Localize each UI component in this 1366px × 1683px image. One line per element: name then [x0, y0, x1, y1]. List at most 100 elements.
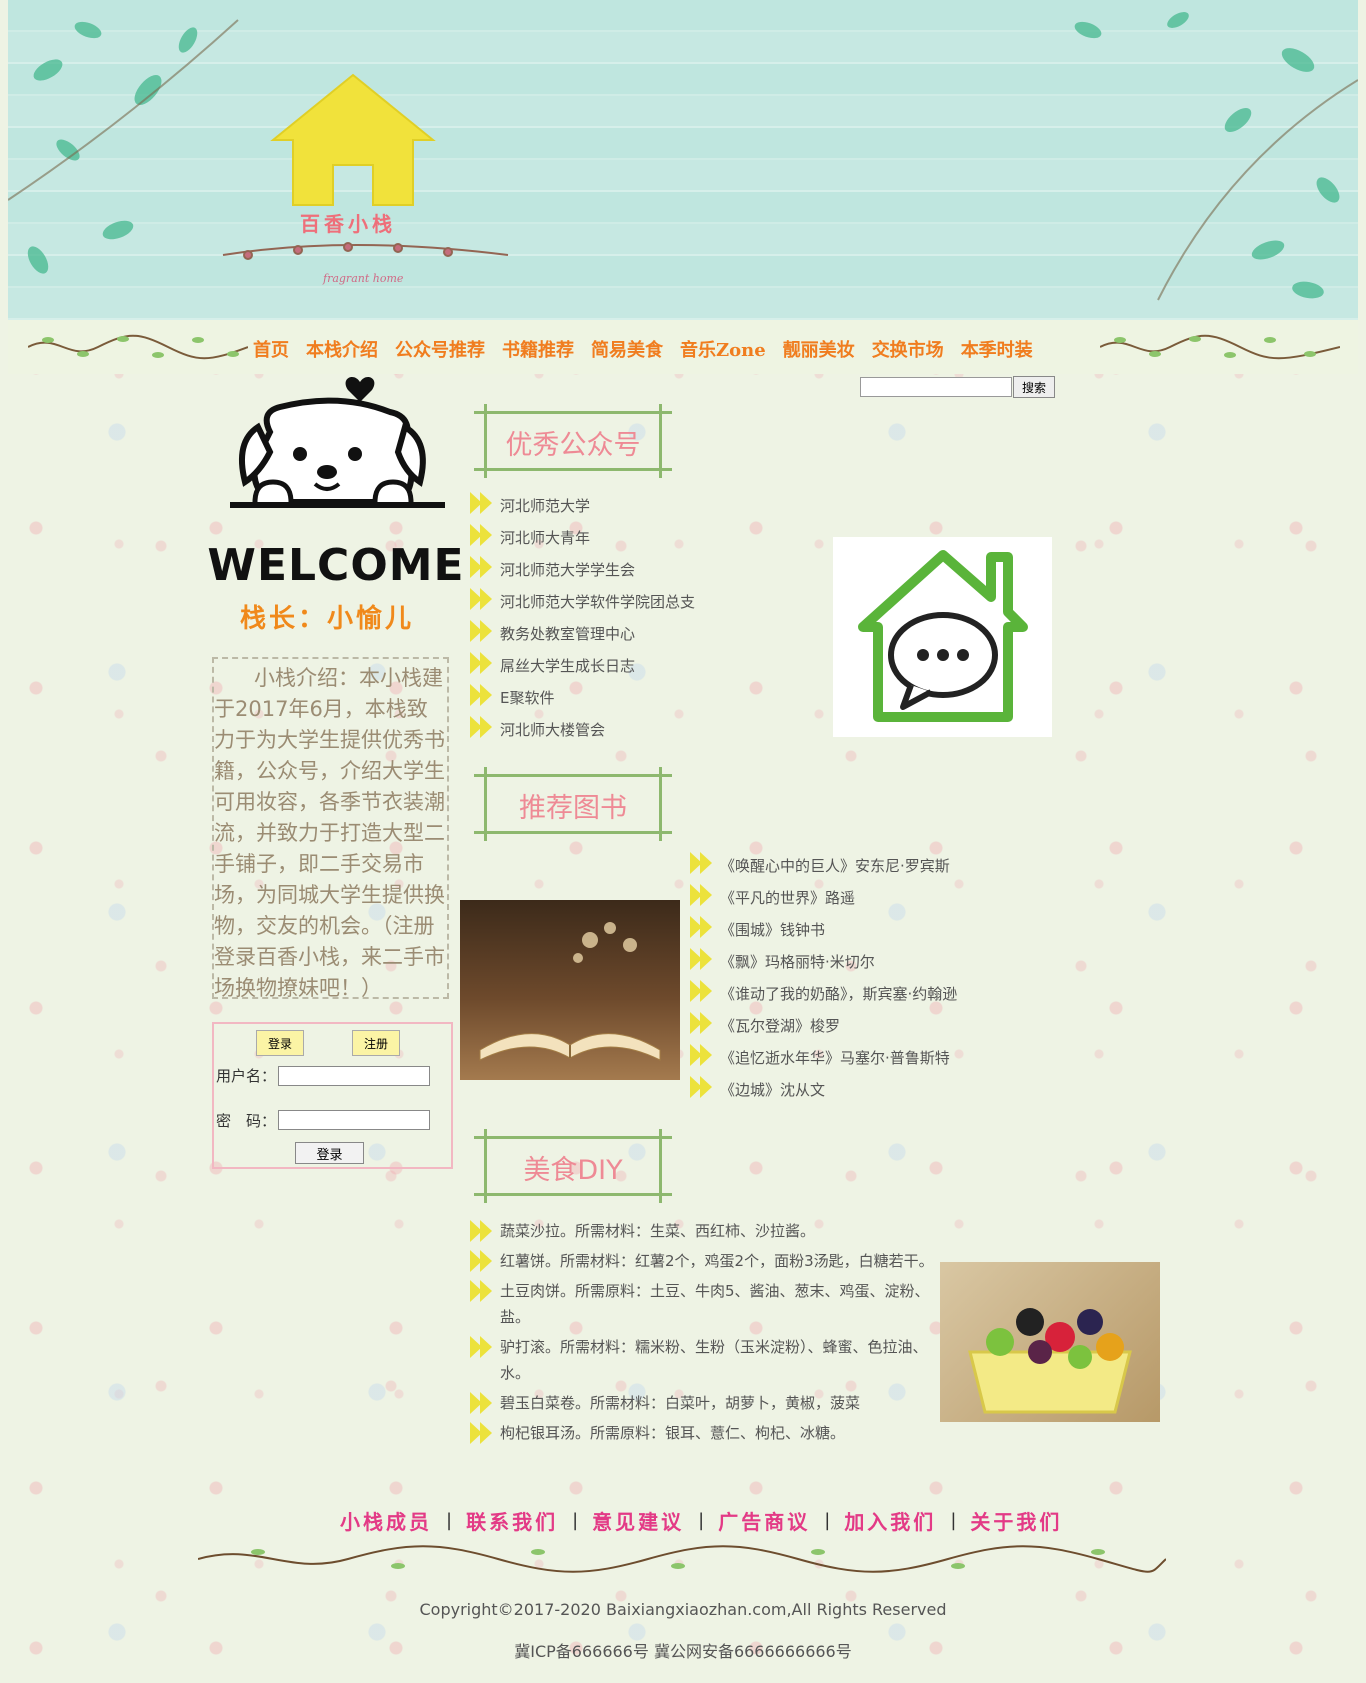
nav-item-4[interactable]: 简易美食: [591, 336, 663, 362]
username-input[interactable]: [278, 1066, 430, 1086]
register-tab-button[interactable]: 注册: [352, 1030, 400, 1056]
nav-item-1[interactable]: 本栈介绍: [306, 336, 378, 362]
book-item[interactable]: 《唤醒心中的巨人》安东尼·罗宾斯: [690, 850, 1010, 882]
login-submit-button[interactable]: 登录: [295, 1142, 364, 1164]
wechat-item[interactable]: E聚软件: [470, 682, 770, 714]
search-input[interactable]: [860, 377, 1012, 397]
nav-item-7[interactable]: 交换市场: [872, 336, 944, 362]
arrow-bullet-icon: [470, 588, 494, 610]
wechat-item-text: 河北师范大学软件学院团总支: [500, 593, 696, 611]
wechat-item[interactable]: 河北师范大学学生会: [470, 554, 770, 586]
search-button[interactable]: 搜索: [1013, 376, 1055, 398]
footer-link-4[interactable]: 加入我们: [844, 1506, 936, 1535]
wechat-item[interactable]: 河北师范大学软件学院团总支: [470, 586, 770, 618]
food-title-text: 美食DIY: [523, 1155, 623, 1186]
login-form: 登录 注册 用户名： 密 码： 登录: [212, 1022, 453, 1169]
arrow-bullet-icon: [690, 916, 714, 938]
arrow-bullet-icon: [470, 1392, 494, 1414]
wechat-item-text: 河北师大青年: [500, 529, 591, 547]
arrow-bullet-icon: [470, 1280, 494, 1302]
wechat-item[interactable]: 河北师大楼管会: [470, 714, 770, 746]
footer-vine-decoration: [198, 1545, 1166, 1573]
book-item[interactable]: 《平凡的世界》路遥: [690, 882, 1010, 914]
book-item[interactable]: 《谁动了我的奶酪》，斯宾塞·约翰逊: [690, 978, 1010, 1010]
arrow-bullet-icon: [470, 492, 494, 514]
welcome-title: WELCOME: [207, 540, 465, 591]
footer-separator: |: [446, 1510, 453, 1531]
owner-name: 栈长：小愉儿: [240, 604, 415, 634]
book-item-text: 《谁动了我的奶酪》，斯宾塞·约翰逊: [720, 985, 958, 1003]
food-item[interactable]: 枸杞银耳汤。所需原料：银耳、薏仁、枸杞、冰糖。: [470, 1420, 940, 1446]
food-item[interactable]: 碧玉白菜卷。所需材料：白菜叶，胡萝卜，黄椒，菠菜: [470, 1390, 940, 1416]
book-item[interactable]: 《围城》钱钟书: [690, 914, 1010, 946]
login-tab-button[interactable]: 登录: [256, 1030, 304, 1056]
vine-decoration-left: [28, 334, 248, 360]
wechat-item[interactable]: 屌丝大学生成长日志: [470, 650, 770, 682]
arrow-bullet-icon: [470, 556, 494, 578]
footer-separator: |: [824, 1510, 831, 1531]
main-nav: 首页 本栈介绍 公众号推荐 书籍推荐 简易美食 音乐Zone 靓丽美妆 交换市场 本季时装: [8, 320, 1358, 374]
food-item-text: 蔬菜沙拉。所需材料：生菜、西红柿、沙拉酱。: [500, 1222, 816, 1240]
footer-link-1[interactable]: 联系我们: [466, 1506, 558, 1535]
nav-item-6[interactable]: 靓丽美妆: [783, 336, 855, 362]
food-list: 蔬菜沙拉。所需材料：生菜、西红柿、沙拉酱。红薯饼。所需材料：红薯2个，鸡蛋2个，…: [470, 1218, 940, 1450]
nav-item-3[interactable]: 书籍推荐: [502, 336, 574, 362]
book-item[interactable]: 《边城》沈从文: [690, 1074, 1010, 1106]
intro-text: 小栈介绍：本小栈建于2017年6月，本栈致力于为大学生提供优秀书籍，公众号，介绍…: [214, 666, 445, 1000]
nav-item-0[interactable]: 首页: [253, 336, 289, 362]
book-item-text: 《边城》沈从文: [720, 1081, 826, 1099]
food-item[interactable]: 红薯饼。所需材料：红薯2个，鸡蛋2个，面粉3汤匙，白糖若干。: [470, 1248, 940, 1274]
footer-separator: |: [950, 1510, 957, 1531]
books-title-text: 推荐图书: [519, 793, 627, 824]
wechat-item[interactable]: 教务处教室管理中心: [470, 618, 770, 650]
book-item[interactable]: 《追忆逝水年华》马塞尔·普鲁斯特: [690, 1042, 1010, 1074]
food-item-text: 枸杞银耳汤。所需原料：银耳、薏仁、枸杞、冰糖。: [500, 1424, 846, 1442]
wechat-item[interactable]: 河北师范大学: [470, 490, 770, 522]
wechat-item-text: 教务处教室管理中心: [500, 625, 636, 643]
arrow-bullet-icon: [470, 684, 494, 706]
arrow-bullet-icon: [690, 852, 714, 874]
footer-link-2[interactable]: 意见建议: [592, 1506, 684, 1535]
nav-item-8[interactable]: 本季时装: [961, 336, 1033, 362]
wechat-section-title: 优秀公众号: [470, 403, 676, 479]
food-section-title: 美食DIY: [470, 1128, 676, 1204]
vine-decoration-right: [1100, 334, 1340, 360]
arrow-bullet-icon: [470, 1250, 494, 1272]
footer-link-3[interactable]: 广告商议: [718, 1506, 810, 1535]
logo-text: 百香小栈: [300, 212, 396, 236]
book-image: [460, 900, 680, 1080]
nav-item-5[interactable]: 音乐Zone: [680, 336, 766, 362]
book-item[interactable]: 《飘》玛格丽特·米切尔: [690, 946, 1010, 978]
food-item-text: 碧玉白菜卷。所需材料：白菜叶，胡萝卜，黄椒，菠菜: [500, 1394, 861, 1412]
footer-link-0[interactable]: 小栈成员: [340, 1506, 432, 1535]
nav-list: 首页 本栈介绍 公众号推荐 书籍推荐 简易美食 音乐Zone 靓丽美妆 交换市场 本季时装: [253, 336, 1050, 362]
wechat-item-text: 河北师范大学学生会: [500, 561, 636, 579]
username-label: 用户名：: [216, 1067, 277, 1085]
arrow-bullet-icon: [470, 620, 494, 642]
arrow-bullet-icon: [470, 1422, 494, 1444]
nav-item-2[interactable]: 公众号推荐: [395, 336, 485, 362]
password-label: 密 码：: [216, 1112, 277, 1130]
wechat-title-text: 优秀公众号: [505, 430, 641, 461]
food-item[interactable]: 蔬菜沙拉。所需材料：生菜、西红柿、沙拉酱。: [470, 1218, 940, 1244]
copyright-text: Copyright©2017-2020 Baixiangxiaozhan.com…: [419, 1600, 947, 1619]
book-item[interactable]: 《瓦尔登湖》梭罗: [690, 1010, 1010, 1042]
book-item-text: 《平凡的世界》路遥: [720, 889, 856, 907]
book-item-text: 《飘》玛格丽特·米切尔: [720, 953, 875, 971]
wechat-item-text: 河北师大楼管会: [500, 721, 606, 739]
arrow-bullet-icon: [690, 948, 714, 970]
logo-subtext: fragrant home: [323, 272, 404, 285]
wechat-item[interactable]: 河北师大青年: [470, 522, 770, 554]
password-input[interactable]: [278, 1110, 430, 1130]
food-item-text: 红薯饼。所需材料：红薯2个，鸡蛋2个，面粉3汤匙，白糖若干。: [500, 1252, 934, 1270]
food-item-text: 驴打滚。所需材料：糯米粉、生粉（玉米淀粉）、蜂蜜、色拉油、水。: [500, 1338, 928, 1382]
wechat-item-text: 屌丝大学生成长日志: [500, 657, 636, 675]
food-item[interactable]: 土豆肉饼。所需原料：土豆、牛肉5、酱油、葱末、鸡蛋、淀粉、盐。: [470, 1278, 940, 1330]
arrow-bullet-icon: [470, 1336, 494, 1358]
arrow-bullet-icon: [470, 1220, 494, 1242]
arrow-bullet-icon: [690, 1076, 714, 1098]
arrow-bullet-icon: [690, 1044, 714, 1066]
footer-link-5[interactable]: 关于我们: [970, 1506, 1062, 1535]
food-item[interactable]: 驴打滚。所需材料：糯米粉、生粉（玉米淀粉）、蜂蜜、色拉油、水。: [470, 1334, 940, 1386]
arrow-bullet-icon: [690, 980, 714, 1002]
